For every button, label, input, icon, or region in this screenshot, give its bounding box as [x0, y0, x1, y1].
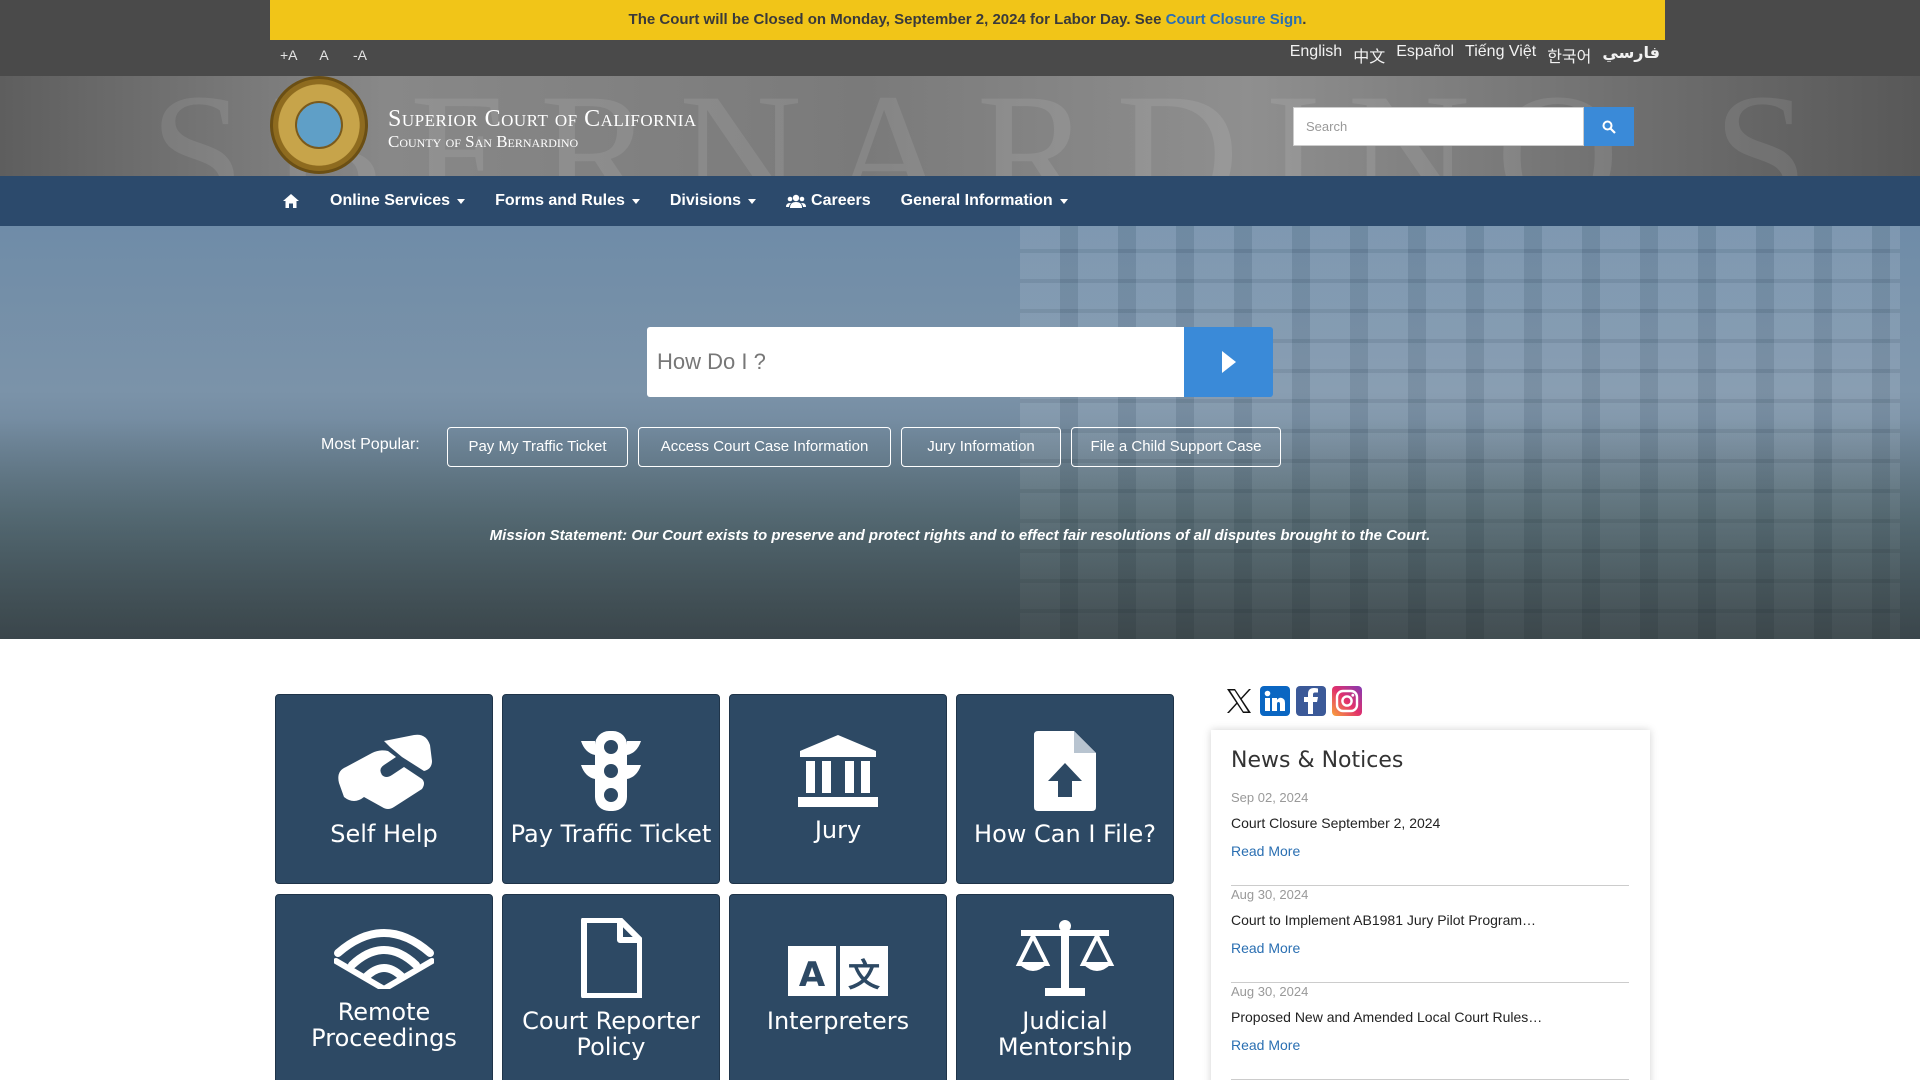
most-popular-label: Most Popular: — [321, 436, 420, 453]
read-more-link[interactable]: Read More — [1231, 843, 1629, 859]
increase-font-button[interactable]: +A — [280, 47, 298, 63]
news-title[interactable]: Court Closure September 2, 2024 — [1231, 815, 1629, 831]
tile-label: Self Help — [330, 820, 438, 848]
lang-english[interactable]: English — [1290, 43, 1342, 67]
mission-statement: Mission Statement: Our Court exists to p… — [489, 527, 1431, 544]
language-icon: A 文 — [788, 946, 888, 996]
read-more-link[interactable]: Read More — [1231, 940, 1629, 956]
news-item: Aug 30, 2024 Court to Implement AB1981 J… — [1231, 887, 1629, 983]
site-search-input[interactable]: Search — [1293, 107, 1584, 146]
scales-icon — [1015, 920, 1115, 996]
news-date: Sep 02, 2024 — [1231, 790, 1309, 805]
handshake-icon — [338, 734, 432, 809]
nav-careers[interactable]: Careers — [786, 192, 871, 210]
nav-label: Divisions — [669, 192, 742, 209]
how-do-i-search-input[interactable]: How Do I ? — [647, 327, 1184, 397]
nav-label: Forms and Rules — [495, 192, 625, 209]
how-do-i-submit-button[interactable] — [1184, 327, 1273, 397]
tile-remote-proceedings[interactable]: Remote Proceedings — [275, 894, 493, 1080]
read-more-link[interactable]: Read More — [1231, 1037, 1629, 1053]
site-title[interactable]: Superior Court of California — [388, 106, 697, 133]
file-upload-icon — [1034, 731, 1096, 811]
tile-jury[interactable]: Jury — [729, 694, 947, 884]
users-icon — [786, 194, 807, 208]
x-icon[interactable] — [1224, 686, 1254, 716]
social-media-links — [1224, 686, 1362, 716]
nav-label: Online Services — [330, 192, 451, 209]
nav-general-information[interactable]: General Information — [901, 192, 1068, 210]
facebook-icon[interactable] — [1296, 686, 1326, 716]
tile-label: Interpreters — [766, 1007, 910, 1035]
popular-pay-traffic-ticket[interactable]: Pay My Traffic Ticket — [447, 427, 628, 467]
language-selector: English 中文 Español Tiếng Việt 한국어 فارسي — [1290, 43, 1660, 67]
lang-spanish[interactable]: Español — [1396, 43, 1454, 67]
news-title[interactable]: Court to Implement AB1981 Jury Pilot Pro… — [1231, 912, 1629, 928]
news-heading: News & Notices — [1231, 748, 1404, 773]
traffic-light-icon — [581, 731, 641, 811]
linkedin-icon[interactable] — [1260, 686, 1290, 716]
decrease-font-button[interactable]: -A — [352, 47, 368, 63]
tile-how-can-i-file[interactable]: How Can I File? — [956, 694, 1174, 884]
alert-end: . — [1302, 11, 1307, 28]
news-title[interactable]: Proposed New and Amended Local Court Rul… — [1231, 1009, 1629, 1025]
main-navigation: Online Services Forms and Rules Division… — [0, 176, 1920, 226]
svg-text:文: 文 — [848, 956, 880, 994]
news-and-notices-panel: News & Notices Sep 02, 2024 Court Closur… — [1211, 730, 1650, 1080]
news-date: Aug 30, 2024 — [1231, 887, 1309, 902]
closure-alert-banner: The Court will be Closed on Monday, Sept… — [270, 0, 1665, 40]
instagram-icon[interactable] — [1332, 686, 1362, 716]
caret-down-icon — [748, 198, 757, 204]
search-icon — [1602, 120, 1616, 134]
site-search-button[interactable] — [1584, 107, 1634, 146]
nav-label: General Information — [900, 192, 1053, 209]
nav-online-services[interactable]: Online Services — [330, 192, 466, 210]
tile-label: Jury — [814, 816, 862, 844]
tile-label: How Can I File? — [974, 820, 1156, 848]
play-arrow-icon — [1221, 351, 1236, 373]
site-subtitle[interactable]: County of San Bernardino — [388, 132, 578, 152]
font-size-controls: +A A -A — [280, 47, 368, 63]
tile-label: Court Reporter Policy — [522, 1007, 700, 1061]
nav-label: Careers — [811, 192, 871, 209]
tile-label: Judicial Mentorship — [997, 1007, 1133, 1061]
tile-label: Remote Proceedings — [311, 998, 457, 1052]
nav-home[interactable] — [282, 193, 300, 209]
alert-text: The Court will be Closed on Monday, Sept… — [628, 11, 1166, 28]
news-date: Aug 30, 2024 — [1231, 984, 1309, 999]
court-closure-sign-link[interactable]: Court Closure Sign — [1166, 11, 1303, 28]
nav-divisions[interactable]: Divisions — [669, 192, 757, 210]
lang-korean[interactable]: 한국어 — [1547, 43, 1591, 67]
news-item: Sep 02, 2024 Court Closure September 2, … — [1231, 790, 1629, 886]
tile-interpreters[interactable]: A 文 Interpreters — [729, 894, 947, 1080]
tile-label: Pay Traffic Ticket — [510, 820, 712, 848]
tile-pay-traffic-ticket[interactable]: Pay Traffic Ticket — [502, 694, 720, 884]
court-seal-logo[interactable] — [270, 76, 368, 174]
caret-down-icon — [631, 198, 640, 204]
wifi-signal-icon — [334, 929, 434, 989]
courthouse-icon — [798, 735, 878, 807]
default-font-button[interactable]: A — [316, 47, 332, 63]
popular-file-child-support[interactable]: File a Child Support Case — [1071, 427, 1281, 467]
lang-vietnamese[interactable]: Tiếng Việt — [1465, 43, 1536, 67]
tile-self-help[interactable]: Self Help — [275, 694, 493, 884]
lang-chinese[interactable]: 中文 — [1353, 43, 1385, 67]
tile-court-reporter-policy[interactable]: Court Reporter Policy — [502, 894, 720, 1080]
popular-jury-information[interactable]: Jury Information — [901, 427, 1061, 467]
caret-down-icon — [1059, 198, 1068, 204]
document-icon — [581, 918, 642, 998]
lang-farsi[interactable]: فارسي — [1602, 43, 1660, 67]
nav-forms-and-rules[interactable]: Forms and Rules — [495, 192, 640, 210]
caret-down-icon — [457, 198, 466, 204]
home-icon — [283, 194, 299, 208]
popular-access-case-info[interactable]: Access Court Case Information — [638, 427, 891, 467]
svg-text:A: A — [799, 955, 826, 995]
tile-judicial-mentorship[interactable]: Judicial Mentorship — [956, 894, 1174, 1080]
news-item: Aug 30, 2024 Proposed New and Amended Lo… — [1231, 984, 1629, 1080]
